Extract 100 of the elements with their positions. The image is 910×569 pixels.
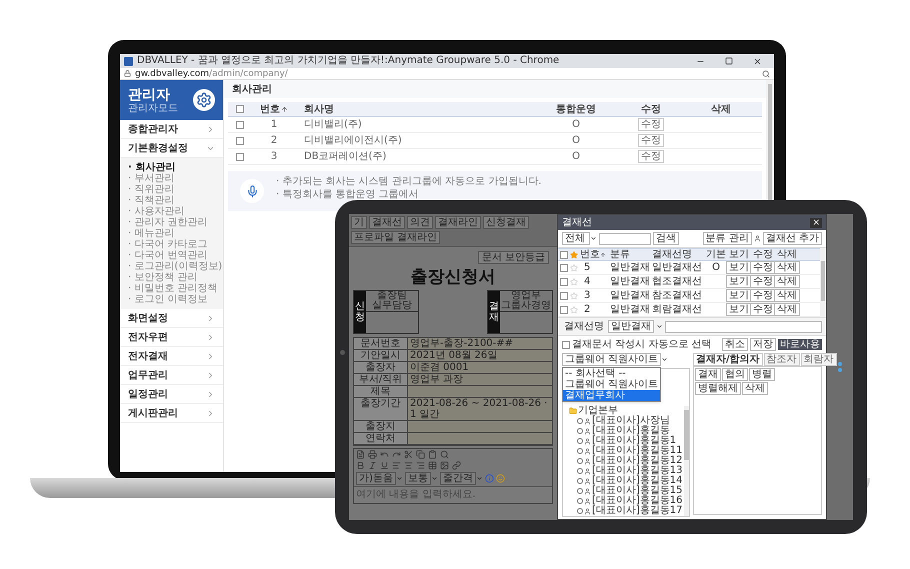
dropdown-option[interactable]: 결재업무회사 <box>563 390 660 401</box>
tab[interactable]: 회람자 <box>800 353 837 366</box>
address-bar[interactable]: gw.dbvalley.com/admin/company/ <box>120 68 774 80</box>
radio-button[interactable] <box>577 428 583 434</box>
tree-item[interactable]: [대표이사]사장님 <box>592 416 670 426</box>
align-right-icon[interactable] <box>416 461 425 470</box>
caret-icon[interactable] <box>590 235 597 242</box>
view-button[interactable]: 보기 <box>726 275 752 288</box>
action-button[interactable]: 취소 <box>722 338 748 351</box>
radio-button[interactable] <box>577 418 583 424</box>
tree-item[interactable]: [대표이사]홍길동12 <box>592 456 683 466</box>
info-icon[interactable] <box>484 474 494 483</box>
underline-icon[interactable] <box>380 461 389 470</box>
search-button[interactable]: 검색 <box>653 232 679 245</box>
settings-icon[interactable] <box>193 89 215 111</box>
star-icon[interactable] <box>570 264 578 272</box>
tree-item[interactable]: [대표이사]홍길동13 <box>592 466 683 476</box>
radio-button[interactable] <box>577 438 583 444</box>
sidebar-menu-item[interactable]: 일정관리 <box>120 385 223 404</box>
edit-button[interactable]: 수정 <box>638 118 664 131</box>
toolbar-button[interactable]: 프로파일 결재라인 <box>351 231 440 244</box>
edit-button[interactable]: 수정 <box>638 150 664 163</box>
radio-button[interactable] <box>577 448 583 454</box>
sort-arrow-icon[interactable] <box>600 252 606 258</box>
panel-button[interactable]: 병렬해제 <box>695 382 741 395</box>
checkbox[interactable] <box>236 105 244 113</box>
star-icon[interactable] <box>570 292 578 300</box>
panel-button[interactable]: 병렬 <box>749 368 775 381</box>
clipboard-icon[interactable] <box>428 450 437 459</box>
checkbox[interactable] <box>236 120 244 128</box>
maximize-icon[interactable] <box>725 57 733 65</box>
toolbar-button[interactable]: 의견 <box>407 216 433 229</box>
delete-button[interactable]: 삭제 <box>774 289 800 302</box>
tree-item[interactable]: [대표이사]홍길동1 <box>592 436 676 446</box>
align-center-icon[interactable] <box>404 461 413 470</box>
editor-select[interactable]: 보통 <box>404 472 431 485</box>
panel-button[interactable]: 결재 <box>695 368 721 381</box>
sort-arrow-icon[interactable] <box>281 106 288 112</box>
editor-select[interactable]: 가)돋움 <box>356 472 396 485</box>
checkbox[interactable] <box>560 278 568 286</box>
sidebar-menu-item[interactable]: 전자우편 <box>120 328 223 347</box>
column-header[interactable]: 번호 <box>580 249 600 260</box>
undo-icon[interactable] <box>380 450 389 459</box>
tree-item[interactable]: [대표이사]홍길동15 <box>592 486 683 496</box>
copy-icon[interactable] <box>416 450 425 459</box>
search-input[interactable] <box>599 232 651 244</box>
edit-button[interactable]: 수정 <box>750 275 776 288</box>
printer-icon[interactable] <box>368 450 377 459</box>
person-icon[interactable] <box>754 235 761 242</box>
tree-item[interactable]: [대표이사]홍길동14 <box>592 476 683 486</box>
radio-button[interactable] <box>577 508 583 514</box>
edit-button[interactable]: 수정 <box>750 261 776 274</box>
sidebar-menu-item[interactable]: 업무관리 <box>120 366 223 385</box>
checkbox[interactable] <box>562 340 570 348</box>
checkbox[interactable] <box>236 136 244 144</box>
line-type-select[interactable]: 일반결재 <box>608 320 654 333</box>
delete-button[interactable]: 삭제 <box>774 275 800 288</box>
toolbar-button[interactable]: 결재라인 <box>435 216 481 229</box>
edit-button[interactable]: 수정 <box>750 303 776 316</box>
delete-button[interactable]: 삭제 <box>774 261 800 274</box>
radio-button[interactable] <box>577 498 583 504</box>
action-button[interactable]: 바로사용 <box>778 339 822 350</box>
tree-item[interactable]: 기업본부 <box>578 406 618 416</box>
filter-select[interactable]: 전체 <box>562 232 590 245</box>
sidebar-menu-item[interactable]: 게시판관리 <box>120 404 223 423</box>
toolbar-button[interactable]: 결재선 <box>369 216 405 229</box>
search-icon[interactable] <box>762 70 770 78</box>
italic-icon[interactable] <box>368 461 377 470</box>
security-level-button[interactable]: 문서 보안등급 <box>478 251 549 264</box>
checkbox[interactable] <box>560 292 568 300</box>
delete-button[interactable]: 삭제 <box>774 303 800 316</box>
radio-button[interactable] <box>577 468 583 474</box>
caret-icon[interactable] <box>656 323 663 330</box>
sidebar-menu-item[interactable]: 화면설정 <box>120 309 223 328</box>
smiley-icon[interactable] <box>496 474 505 483</box>
star-icon[interactable] <box>570 278 578 286</box>
tree-item[interactable]: [대표이사]홍길동17 <box>592 506 683 516</box>
edit-button[interactable]: 수정 <box>638 134 664 147</box>
radio-button[interactable] <box>577 488 583 494</box>
toolbar-button[interactable]: 신청결재 <box>483 216 529 229</box>
bold-icon[interactable] <box>356 461 365 470</box>
checkbox[interactable] <box>560 250 568 258</box>
panel-button[interactable]: 삭제 <box>742 382 768 395</box>
tree-item[interactable]: [대표이사]홍길동16 <box>592 496 683 506</box>
document-icon[interactable] <box>356 450 365 459</box>
close-button[interactable]: × <box>810 218 822 228</box>
toolbar-button[interactable]: 기 <box>351 216 367 229</box>
image-icon[interactable] <box>440 461 449 470</box>
dropdown-option[interactable]: -- 회사선택 -- <box>563 368 660 379</box>
sidebar-menu-item[interactable]: 전자결재 <box>120 347 223 366</box>
tree-item[interactable]: [대표이사]홍길동11 <box>592 446 683 456</box>
submenu-item[interactable]: · 회사관리 <box>120 162 223 173</box>
tab[interactable]: 결재자/합의자 <box>693 353 763 366</box>
star-icon[interactable] <box>570 306 578 314</box>
align-left-icon[interactable] <box>392 461 401 470</box>
sidebar-menu-item[interactable]: 종합관리자 <box>120 120 223 139</box>
view-button[interactable]: 보기 <box>726 261 752 274</box>
action-button[interactable]: 저장 <box>750 338 776 351</box>
radio-button[interactable] <box>577 458 583 464</box>
scissors-icon[interactable] <box>404 450 413 459</box>
